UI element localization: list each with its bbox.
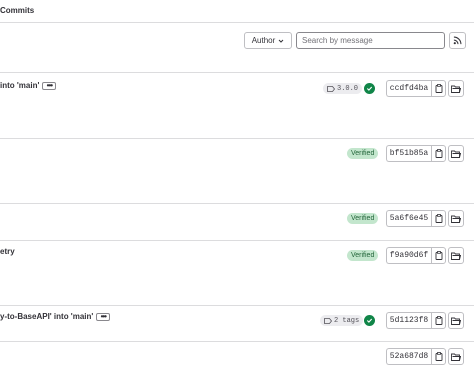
- row-divider: [0, 203, 474, 204]
- commit-sha-button[interactable]: 5d1123f8: [386, 312, 431, 329]
- row-divider: [0, 72, 474, 73]
- browse-files-button[interactable]: [448, 312, 464, 329]
- row-divider: [0, 305, 474, 306]
- commit-sha-group: f9a90d6f: [386, 247, 464, 264]
- commit-title-text[interactable]: etry: [0, 247, 15, 256]
- breadcrumb-commits: Commits: [0, 6, 35, 15]
- row-divider: [0, 240, 474, 241]
- pipeline-status-success-icon[interactable]: [364, 83, 375, 94]
- browse-files-button[interactable]: [448, 247, 464, 264]
- copy-sha-button[interactable]: [431, 247, 446, 264]
- folder-open-icon: [451, 85, 461, 93]
- author-filter-label: Author: [251, 36, 276, 45]
- commit-title-text[interactable]: y-to-BaseAPI' into 'main': [0, 312, 93, 321]
- commit-title-text[interactable]: into 'main': [0, 81, 39, 90]
- check-icon: [366, 318, 373, 323]
- expand-description-button[interactable]: •••: [42, 81, 57, 90]
- check-icon: [366, 86, 373, 91]
- copy-icon: [435, 149, 442, 158]
- commit-title-link[interactable]: etry: [0, 247, 15, 256]
- row-divider: [0, 138, 474, 139]
- verified-signature-badge[interactable]: Verified: [347, 148, 379, 159]
- tag-label: 3.0.0: [337, 84, 359, 93]
- browse-files-button[interactable]: [448, 348, 464, 365]
- folder-open-icon: [451, 215, 461, 223]
- row-divider: [0, 341, 474, 342]
- commit-sha-group: ccdfd4ba: [386, 80, 464, 97]
- copy-sha-button[interactable]: [431, 80, 446, 97]
- commit-sha-button[interactable]: 52a687d8: [386, 348, 431, 365]
- copy-sha-button[interactable]: [431, 312, 446, 329]
- tag-icon: [327, 85, 335, 92]
- header-divider: [0, 22, 474, 23]
- verified-signature-badge[interactable]: Verified: [347, 213, 379, 224]
- copy-sha-button[interactable]: [431, 145, 446, 162]
- copy-sha-button[interactable]: [431, 348, 446, 365]
- folder-open-icon: [451, 353, 461, 361]
- rss-feed-button[interactable]: [449, 32, 466, 49]
- commit-title-link[interactable]: y-to-BaseAPI' into 'main' •••: [0, 312, 111, 321]
- commit-sha-group: bf51b85a: [386, 145, 464, 162]
- copy-icon: [435, 251, 442, 260]
- rss-icon: [453, 36, 462, 45]
- tag-badge[interactable]: 2 tags: [320, 315, 364, 326]
- commit-sha-group: 5d1123f8: [386, 312, 464, 329]
- chevron-down-icon: [278, 39, 284, 43]
- commit-sha-button[interactable]: ccdfd4ba: [386, 80, 431, 97]
- folder-open-icon: [451, 252, 461, 260]
- folder-open-icon: [451, 150, 461, 158]
- commit-sha-button[interactable]: f9a90d6f: [386, 247, 431, 264]
- search-by-message-input[interactable]: [296, 32, 445, 49]
- pipeline-status-success-icon[interactable]: [364, 315, 375, 326]
- expand-description-button[interactable]: •••: [96, 312, 111, 321]
- commit-sha-group: 52a687d8: [386, 348, 464, 365]
- browse-files-button[interactable]: [448, 145, 464, 162]
- copy-icon: [435, 84, 442, 93]
- copy-icon: [435, 316, 442, 325]
- commit-sha-group: 5a6f6e45: [386, 210, 464, 227]
- commit-sha-button[interactable]: bf51b85a: [386, 145, 431, 162]
- commit-sha-button[interactable]: 5a6f6e45: [386, 210, 431, 227]
- verified-signature-badge[interactable]: Verified: [347, 250, 379, 261]
- folder-open-icon: [451, 317, 461, 325]
- copy-icon: [435, 214, 442, 223]
- author-filter-dropdown[interactable]: Author: [244, 32, 292, 49]
- browse-files-button[interactable]: [448, 210, 464, 227]
- tag-label: 2 tags: [334, 316, 360, 325]
- copy-sha-button[interactable]: [431, 210, 446, 227]
- commit-title-link[interactable]: into 'main' •••: [0, 81, 57, 90]
- tag-icon: [324, 317, 332, 324]
- browse-files-button[interactable]: [448, 80, 464, 97]
- tag-badge[interactable]: 3.0.0: [323, 83, 363, 94]
- copy-icon: [435, 352, 442, 361]
